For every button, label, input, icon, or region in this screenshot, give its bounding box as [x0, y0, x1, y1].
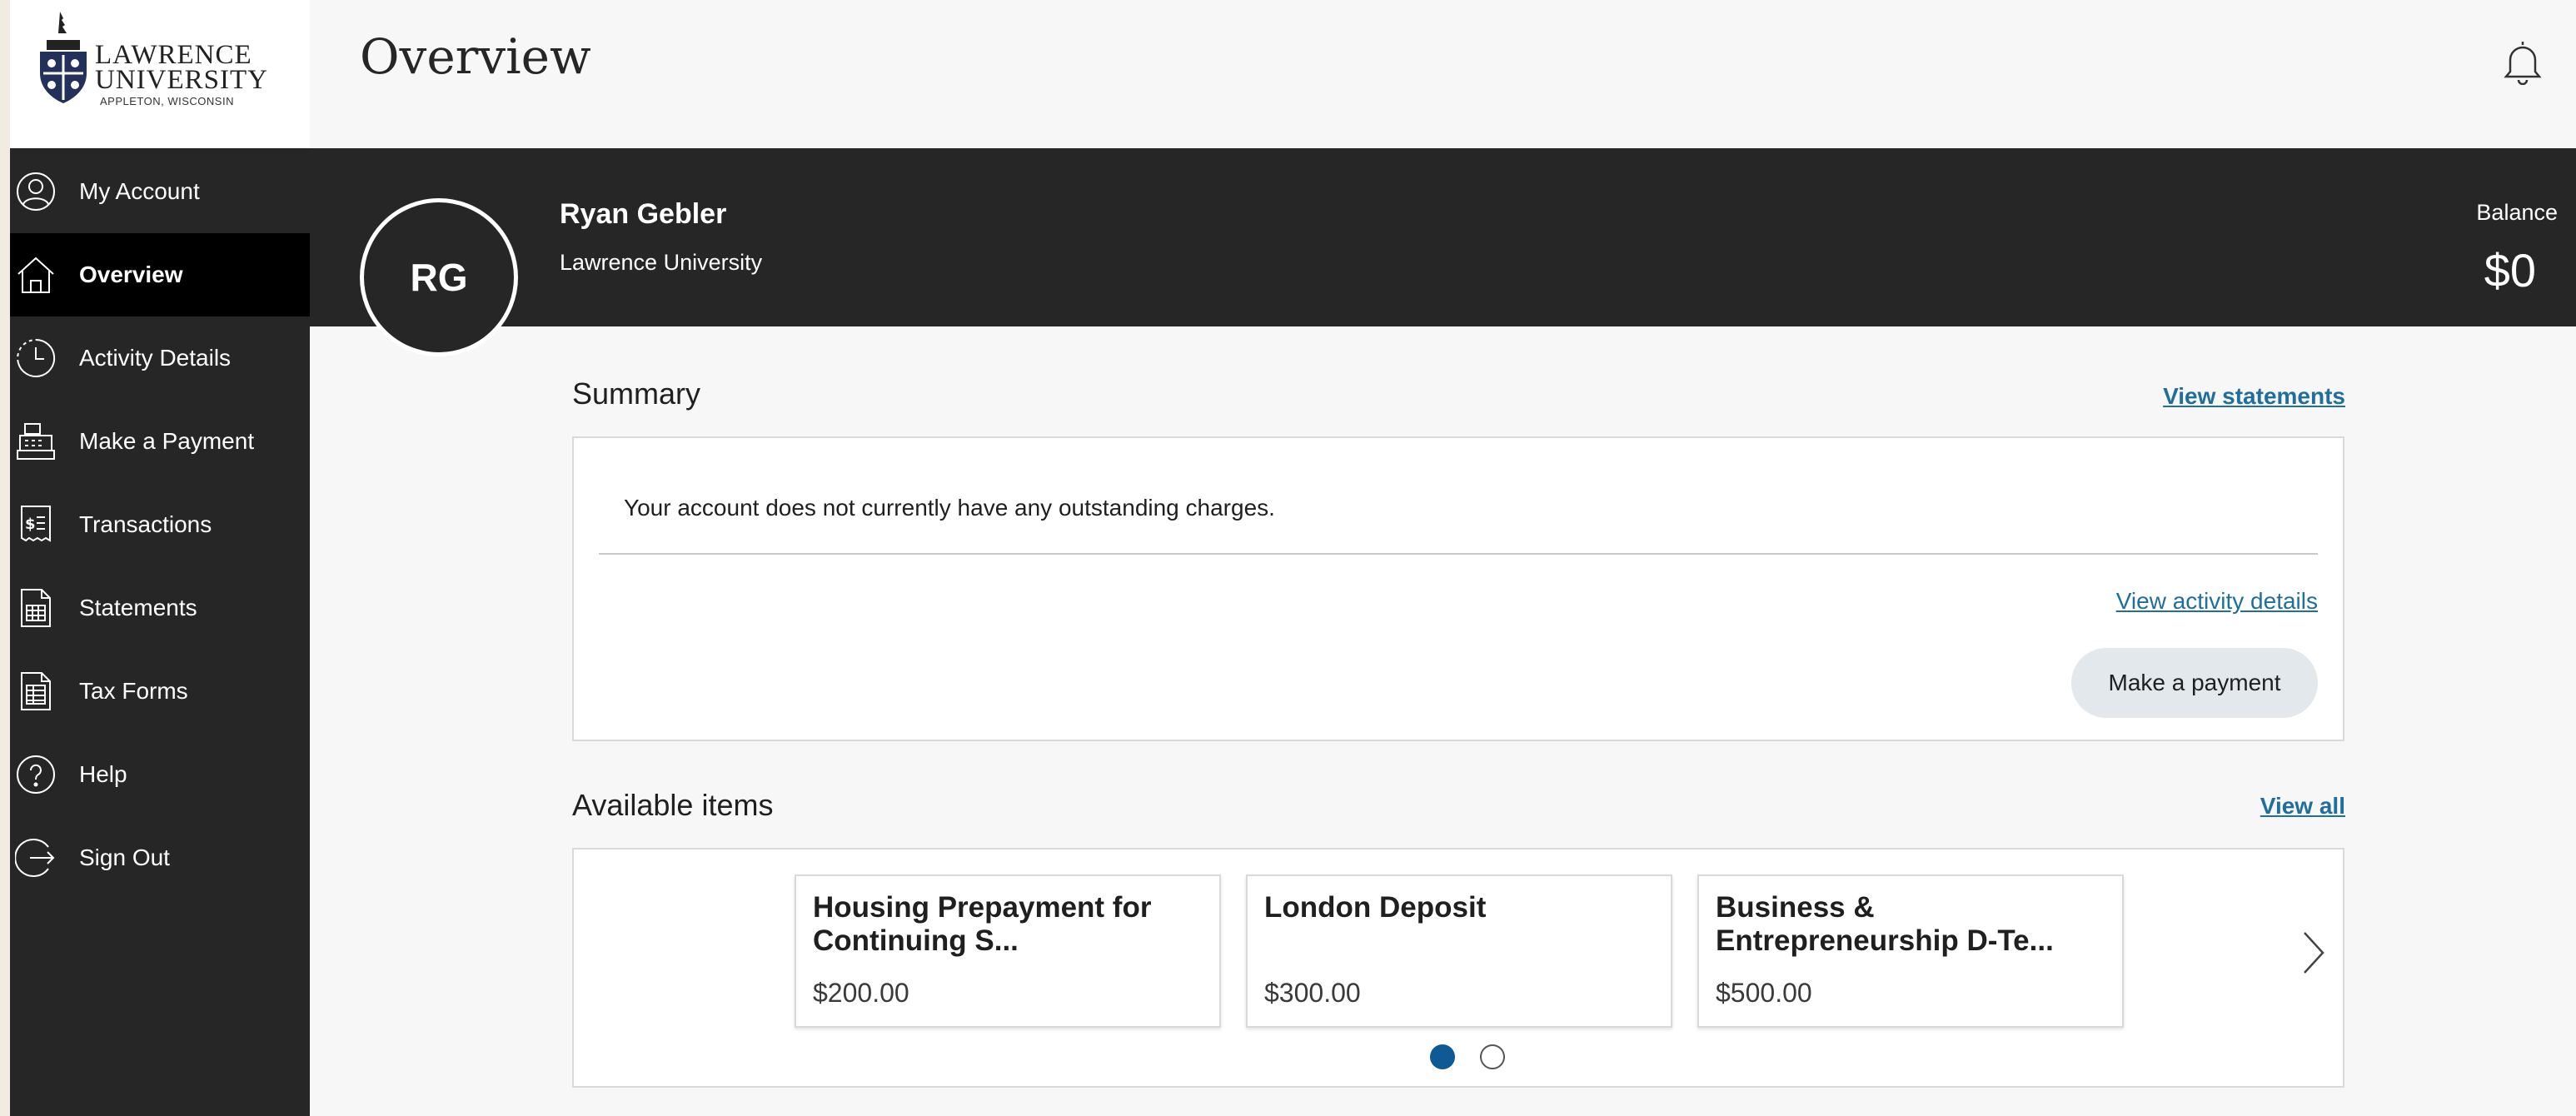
sidebar-item-label: Activity Details	[79, 345, 232, 371]
view-statements-link[interactable]: View statements	[2163, 383, 2345, 410]
carousel-dot-1[interactable]	[1430, 1044, 1455, 1069]
sidebar-item-label: Statements	[79, 595, 197, 620]
sidebar: 1847 LAWRENCE UNIVERSITY APPLETON, WISCO…	[10, 0, 310, 1116]
crest-icon	[40, 12, 87, 103]
cash-register-icon	[15, 421, 57, 462]
sidebar-item-statements[interactable]: Statements	[10, 566, 310, 650]
sidebar-item-my-account[interactable]: My Account	[10, 150, 310, 233]
page-title: Overview	[360, 28, 591, 85]
item-card-housing-prepayment[interactable]: Housing Prepayment for Continuing S... $…	[795, 874, 1221, 1028]
sidebar-item-label: Transactions	[79, 511, 212, 537]
items-carousel: Housing Prepayment for Continuing S... $…	[572, 848, 2344, 1088]
item-price: $300.00	[1264, 978, 1361, 1008]
chevron-right-icon[interactable]	[2301, 929, 2326, 976]
sidebar-item-tax-forms[interactable]: Tax Forms	[10, 650, 310, 733]
logo-year: 1847	[45, 32, 62, 41]
profile-banner	[310, 148, 2576, 326]
summary-card: Your account does not currently have any…	[572, 436, 2344, 741]
summary-title: Summary	[572, 376, 701, 411]
view-all-link[interactable]: View all	[2260, 793, 2345, 820]
home-icon	[15, 254, 57, 296]
sidebar-item-label: Sign Out	[79, 844, 170, 870]
view-activity-details-link[interactable]: View activity details	[2116, 588, 2318, 615]
item-card-london-deposit[interactable]: London Deposit $300.00	[1246, 874, 1672, 1028]
make-payment-button[interactable]: Make a payment	[2071, 648, 2318, 718]
sidebar-item-activity-details[interactable]: Activity Details	[10, 316, 310, 400]
balance-value: $0	[2484, 244, 2536, 296]
user-organization: Lawrence University	[560, 250, 763, 275]
item-card-business-entrepreneurship[interactable]: Business & Entrepreneurship D-Te... $500…	[1697, 874, 2124, 1028]
item-title: Business & Entrepreneurship D-Te...	[1716, 891, 2054, 957]
sidebar-item-label: My Account	[79, 178, 200, 204]
clock-history-icon	[15, 337, 57, 379]
sidebar-item-label: Tax Forms	[79, 678, 188, 704]
document-table-icon	[15, 587, 57, 629]
sidebar-item-overview[interactable]: Overview	[10, 233, 310, 316]
sidebar-nav: My Account Overview Activity Details Mak…	[10, 150, 310, 899]
item-price: $200.00	[813, 978, 909, 1008]
item-title: Housing Prepayment for Continuing S...	[813, 891, 1152, 957]
user-name: Ryan Gebler	[560, 198, 727, 230]
sidebar-item-label: Overview	[79, 262, 183, 287]
bell-icon[interactable]	[2500, 38, 2545, 85]
sidebar-item-label: Make a Payment	[79, 428, 255, 454]
sidebar-item-sign-out[interactable]: Sign Out	[10, 816, 310, 899]
logo-line-2: UNIVERSITY	[95, 65, 268, 95]
tax-form-icon	[15, 670, 57, 712]
user-circle-icon	[15, 171, 57, 212]
sidebar-item-help[interactable]: Help	[10, 733, 310, 816]
receipt-dollar-icon: $	[15, 504, 57, 546]
svg-text:$: $	[25, 516, 36, 533]
summary-message: Your account does not currently have any…	[624, 495, 1275, 521]
help-circle-icon	[15, 754, 57, 795]
sidebar-item-make-payment[interactable]: Make a Payment	[10, 400, 310, 483]
logo-line-3: APPLETON, WISCONSIN	[100, 95, 234, 107]
divider	[599, 553, 2318, 555]
item-title: London Deposit	[1264, 891, 1487, 924]
carousel-dot-2[interactable]	[1480, 1044, 1505, 1069]
sidebar-item-transactions[interactable]: $ Transactions	[10, 483, 310, 566]
sidebar-item-label: Help	[79, 761, 127, 787]
app-window: 1847 LAWRENCE UNIVERSITY APPLETON, WISCO…	[10, 0, 2576, 1116]
balance-label: Balance	[2476, 200, 2558, 225]
available-items-title: Available items	[572, 788, 774, 822]
avatar: RG	[360, 198, 518, 356]
item-price: $500.00	[1716, 978, 1812, 1008]
sign-out-icon	[15, 837, 57, 879]
university-logo[interactable]: 1847 LAWRENCE UNIVERSITY APPLETON, WISCO…	[10, 0, 310, 148]
